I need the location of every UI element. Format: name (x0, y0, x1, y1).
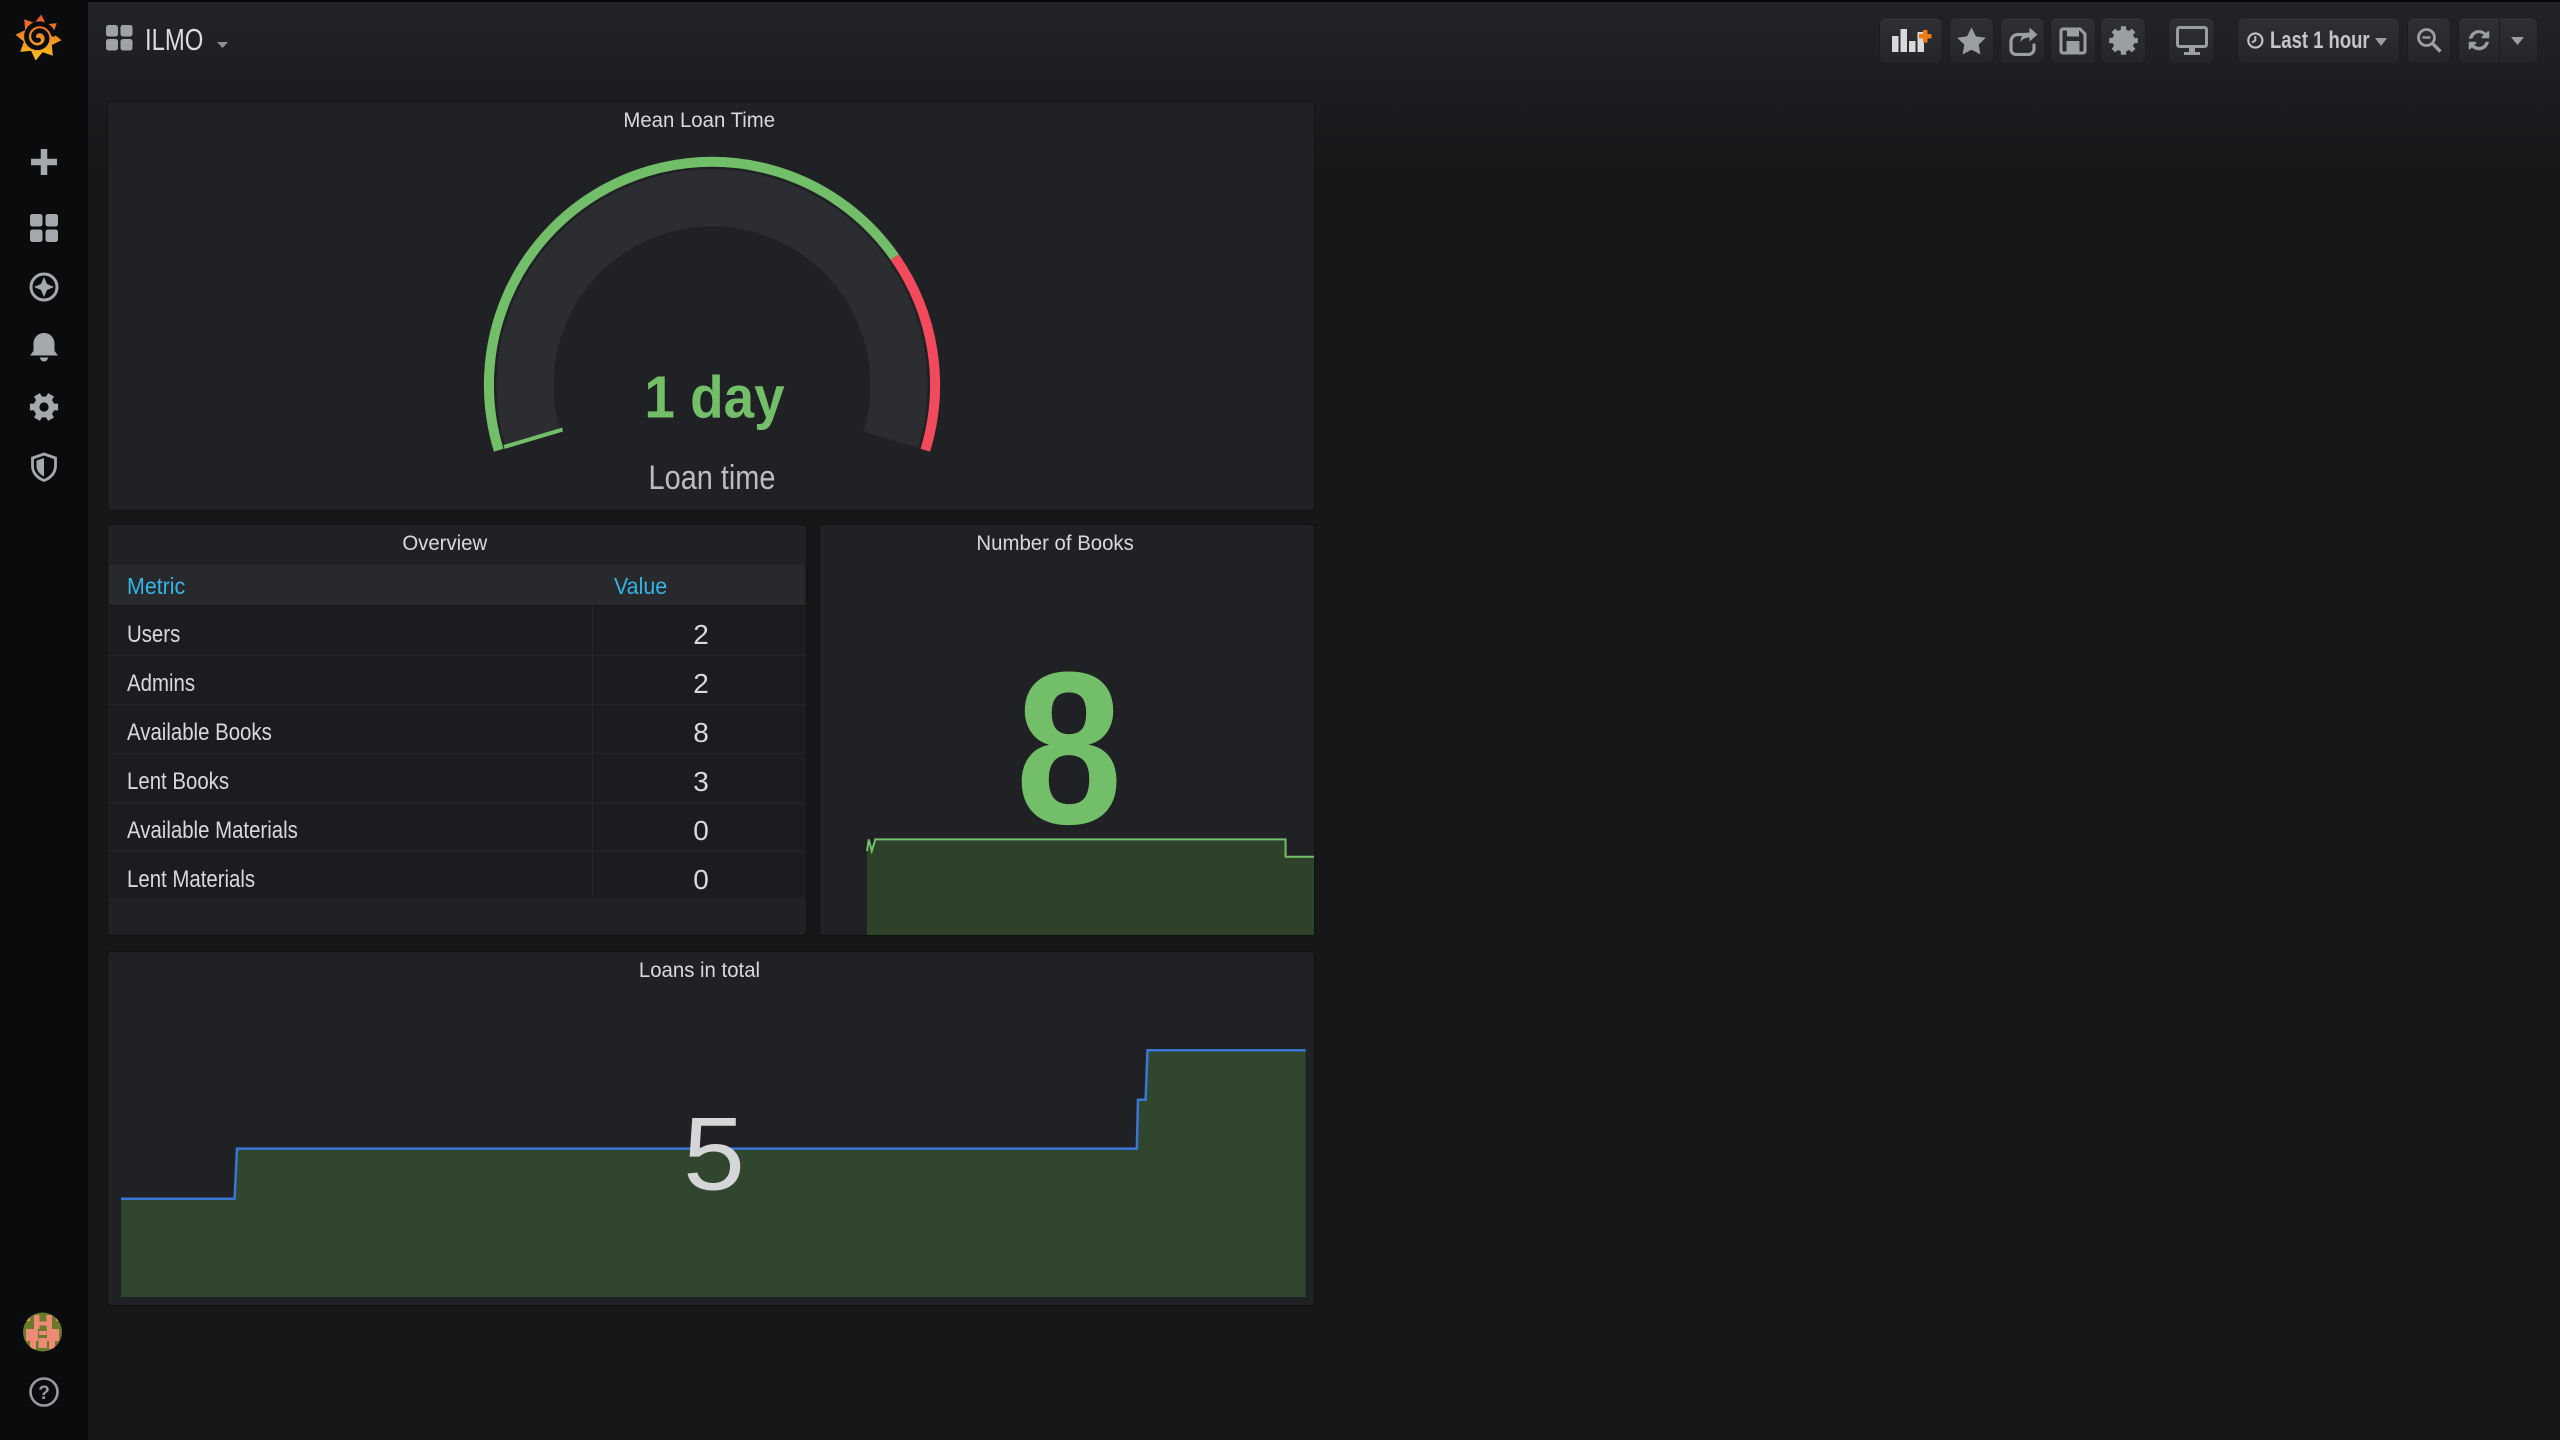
svg-text:8: 8 (1016, 628, 1123, 869)
svg-text:Loan time: Loan time (649, 458, 776, 497)
svg-text:5: 5 (683, 1096, 745, 1212)
svg-text:1 day: 1 day (644, 365, 785, 431)
svg-text:?: ? (38, 1383, 50, 1404)
